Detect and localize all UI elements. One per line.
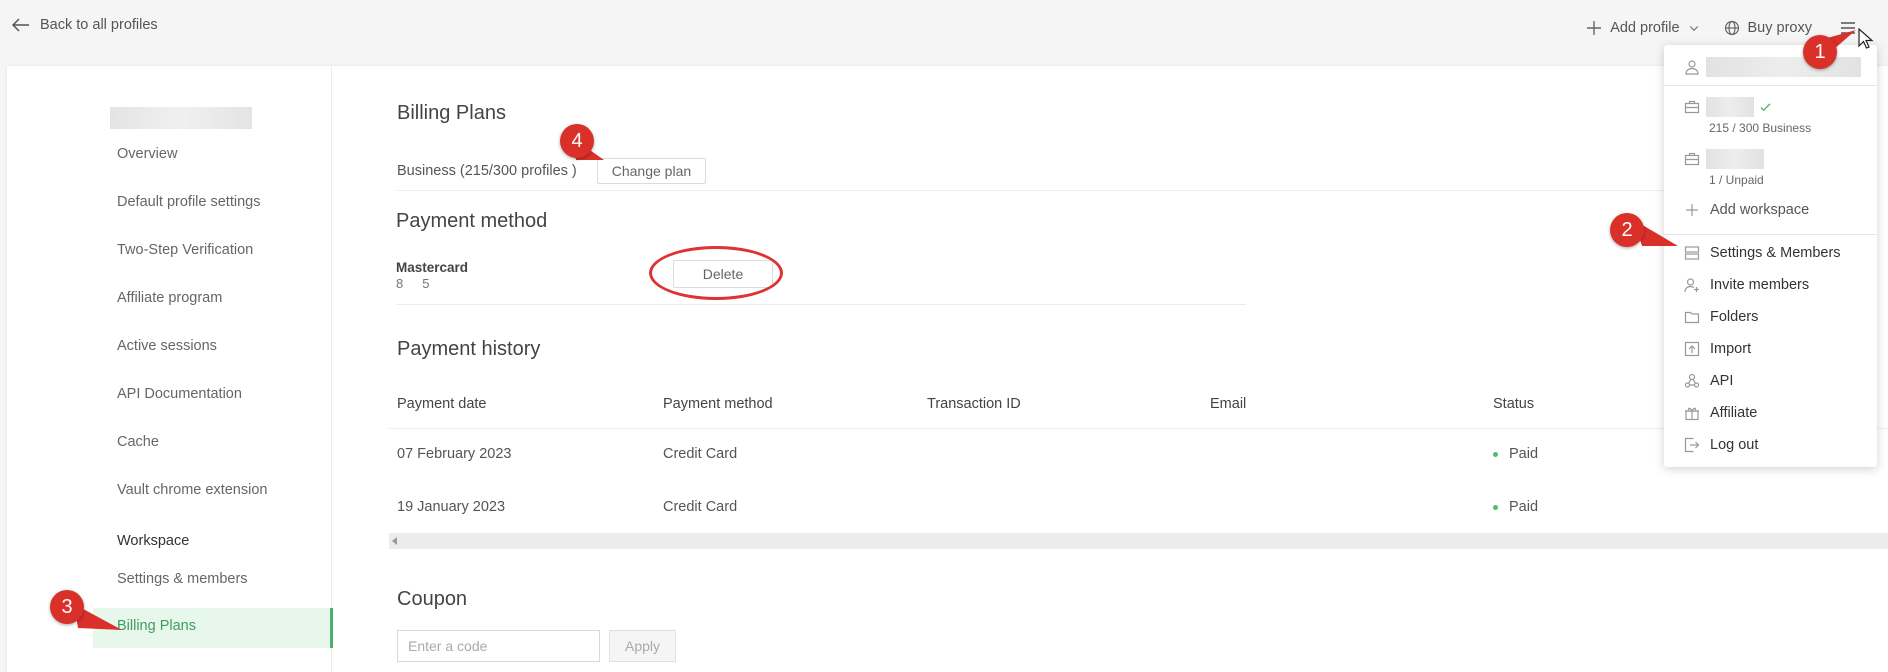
workspace-name-redacted: [1706, 149, 1764, 169]
account-dropdown-menu: 215 / 300 Business 1 / Unpaid Add worksp…: [1664, 45, 1877, 467]
status-cell: Paid: [1493, 446, 1538, 462]
settings-sidebar: Overview Default profile settings Two-St…: [7, 66, 333, 672]
user-icon: [1685, 60, 1699, 75]
annotation-badge-1: 1: [1803, 35, 1837, 69]
divider: [1664, 85, 1877, 86]
menu-item-log-out[interactable]: Log out: [1684, 437, 1758, 453]
status-cell: Paid: [1493, 499, 1538, 515]
annotation-badge-2: 2: [1610, 213, 1644, 247]
sidebar-item-two-step-verification[interactable]: Two-Step Verification: [117, 242, 253, 258]
payment-history-title: Payment history: [397, 338, 541, 360]
menu-item-label: Settings & Members: [1710, 245, 1841, 261]
checkmark-icon: [1760, 102, 1771, 111]
api-icon: [1684, 373, 1700, 388]
payment-date-cell: 19 January 2023: [397, 499, 506, 515]
payment-date-cell: 07 February 2023: [397, 446, 512, 462]
mouse-cursor-icon: [1858, 28, 1874, 49]
add-workspace-label: Add workspace: [1710, 202, 1810, 218]
workspace-item[interactable]: 215 / 300 Business: [1684, 97, 1811, 135]
workspace-name-redacted: [1706, 97, 1754, 117]
coupon-form: Apply: [397, 630, 676, 662]
apply-coupon-button[interactable]: Apply: [609, 630, 676, 662]
account-name-redacted: [110, 107, 252, 129]
payment-method-cell: Credit Card: [663, 446, 738, 462]
logout-icon: [1684, 437, 1700, 453]
divider: [397, 190, 1877, 191]
invite-icon: [1684, 278, 1699, 293]
arrow-left-icon: [12, 18, 29, 32]
status-dot-icon: [1493, 504, 1498, 510]
top-bar: Back to all profiles Add profile Buy pro…: [0, 0, 1888, 56]
back-to-profiles-link[interactable]: Back to all profiles: [12, 17, 158, 33]
settings-card: Overview Default profile settings Two-St…: [7, 66, 1888, 672]
coupon-title: Coupon: [397, 588, 468, 610]
column-header-status: Status: [1493, 396, 1535, 412]
menu-item-settings-members[interactable]: Settings & Members: [1684, 245, 1841, 261]
divider: [396, 304, 1246, 305]
import-icon: [1684, 341, 1700, 357]
sidebar-item-affiliate-program[interactable]: Affiliate program: [117, 290, 222, 306]
plan-text: Business (215/300 profiles ): [397, 163, 577, 179]
menu-item-label: Log out: [1710, 437, 1759, 453]
sidebar-item-settings-members[interactable]: Settings & members: [117, 571, 248, 587]
add-workspace-button[interactable]: Add workspace: [1684, 202, 1809, 218]
menu-item-label: Affiliate: [1710, 405, 1758, 421]
sidebar-item-billing-plans[interactable]: Billing Plans: [93, 608, 333, 648]
add-profile-label: Add profile: [1610, 20, 1680, 36]
sidebar-item-overview[interactable]: Overview: [117, 146, 177, 162]
card-brand: Mastercard: [396, 260, 469, 275]
plus-icon: [1686, 204, 1698, 216]
coupon-input[interactable]: [397, 630, 600, 662]
menu-item-label: API: [1710, 373, 1734, 389]
annotation-badge-3: 3: [50, 590, 84, 624]
sidebar-item-vault-chrome-extension[interactable]: Vault chrome extension: [117, 482, 267, 498]
table-row: 19 January 2023 Credit Card Paid: [389, 482, 1888, 534]
payment-method-cell: Credit Card: [663, 499, 738, 515]
briefcase-icon: [1684, 100, 1700, 114]
globe-icon: [1724, 20, 1739, 36]
settings-icon: [1684, 246, 1700, 260]
column-header-payment-date: Payment date: [397, 396, 487, 412]
payment-method-title: Payment method: [396, 210, 548, 232]
sidebar-item-cache[interactable]: Cache: [117, 434, 159, 450]
table-horizontal-scrollbar[interactable]: [389, 533, 1888, 549]
chevron-down-icon: [1689, 26, 1698, 31]
workspace-plan-text: 215 / 300 Business: [1709, 121, 1812, 135]
add-profile-button[interactable]: Add profile: [1586, 20, 1699, 36]
change-plan-button[interactable]: Change plan: [596, 158, 707, 184]
briefcase-icon: [1684, 152, 1700, 166]
column-header-email: Email: [1210, 396, 1247, 412]
menu-item-api[interactable]: API: [1684, 373, 1733, 389]
billing-plans-title: Billing Plans: [397, 102, 506, 124]
menu-item-label: Folders: [1710, 309, 1759, 325]
card-number-masked: 8⠀⠀5: [396, 276, 430, 291]
buy-proxy-button[interactable]: Buy proxy: [1724, 20, 1812, 36]
back-link-label: Back to all profiles: [40, 17, 158, 33]
annotation-badge-4: 4: [560, 124, 594, 158]
menu-item-label: Invite members: [1710, 277, 1810, 293]
delete-highlight-ring: [649, 246, 783, 300]
menu-item-import[interactable]: Import: [1684, 341, 1751, 357]
workspace-heading: Workspace: [117, 533, 190, 549]
plus-icon: [1587, 21, 1602, 35]
menu-item-invite-members[interactable]: Invite members: [1684, 277, 1809, 293]
column-header-transaction-id: Transaction ID: [927, 396, 1021, 412]
status-text: Paid: [1509, 446, 1539, 462]
workspace-plan-text: 1 / Unpaid: [1709, 173, 1764, 187]
menu-item-folders[interactable]: Folders: [1684, 309, 1758, 325]
status-dot-icon: [1493, 451, 1498, 457]
column-header-payment-method: Payment method: [663, 396, 773, 412]
menu-item-affiliate[interactable]: Affiliate: [1684, 405, 1757, 421]
workspace-item[interactable]: 1 / Unpaid: [1684, 149, 1764, 187]
status-text: Paid: [1509, 499, 1539, 515]
affiliate-icon: [1685, 407, 1699, 421]
folder-icon: [1684, 311, 1700, 324]
sidebar-item-default-profile-settings[interactable]: Default profile settings: [117, 194, 260, 210]
divider: [1664, 234, 1877, 235]
menu-item-label: Import: [1710, 341, 1752, 357]
sidebar-item-active-sessions[interactable]: Active sessions: [117, 338, 217, 354]
plan-line: Business (215/300 profiles ) Change plan: [397, 158, 707, 184]
sidebar-item-api-documentation[interactable]: API Documentation: [117, 386, 242, 402]
scroll-left-icon[interactable]: [392, 537, 397, 545]
